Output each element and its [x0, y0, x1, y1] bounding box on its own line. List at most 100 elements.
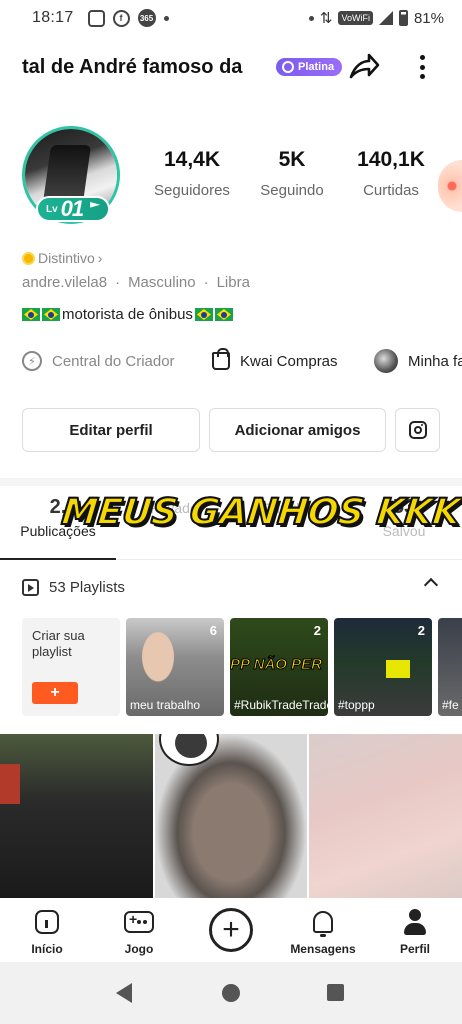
chevron-right-icon: › [97, 250, 103, 266]
zodiac-sign: Libra [216, 274, 250, 291]
gamepad-icon [124, 911, 154, 933]
level-prefix: Lv [46, 203, 58, 215]
playlist-card[interactable]: 2 #toppp [334, 618, 432, 716]
overlay-caption: MEUS GANHOS KKK [59, 491, 462, 534]
playlist-card[interactable]: #fe #n [438, 618, 462, 716]
more-dot [419, 74, 425, 79]
playlists-header[interactable]: 53 Playlists [22, 572, 442, 602]
playlist-card[interactable]: 6 meu trabalho [126, 618, 224, 716]
profile-meta: andre.vilela8 · Masculino · Libra [22, 274, 250, 291]
platina-badge[interactable]: Platina [276, 58, 343, 76]
lightning-icon: ⚡ [22, 351, 42, 371]
likes-count: 140,1K [357, 148, 425, 171]
notification-icons: f 365 [87, 9, 169, 27]
stat-followers[interactable]: 14,4K Seguidores [152, 148, 232, 199]
username: andre.vilela8 [22, 274, 108, 291]
data-arrows-icon: ⇅ [319, 10, 333, 27]
playlist-count: 2 [417, 623, 425, 638]
nav-profile[interactable]: Perfil [380, 908, 450, 956]
playlist-thumbnail [138, 626, 178, 682]
share-button[interactable] [347, 50, 381, 84]
stat-following[interactable]: 5K Seguindo [254, 148, 330, 199]
profile-title: tal de André famoso da [22, 55, 243, 78]
create-post-button[interactable]: + [209, 908, 253, 952]
side-floating-icon[interactable] [438, 160, 462, 212]
signal-icon [378, 11, 393, 25]
nav-messages[interactable]: Mensagens [288, 908, 358, 956]
video-grid [0, 734, 462, 898]
playlist-count: 2 [313, 623, 321, 638]
followers-count: 14,4K [163, 148, 221, 171]
nav-home-label: Início [31, 942, 63, 956]
back-icon[interactable] [116, 983, 132, 1003]
gender: Masculino [128, 274, 196, 291]
following-count: 5K [278, 148, 306, 171]
playlist-icon [22, 578, 39, 596]
playlist-caption: #fe #n [442, 698, 462, 712]
stat-likes[interactable]: 140,1K Curtidas [352, 148, 430, 199]
recent-apps-icon[interactable] [327, 984, 344, 1001]
create-playlist-label: Criar sua playlist [32, 628, 85, 659]
fan-avatar-icon [374, 349, 398, 373]
bio-text: motorista de ônibus [62, 306, 193, 323]
profile-bio: motorista de ônibus [22, 306, 233, 323]
nav-game[interactable]: Jogo [104, 908, 174, 956]
distintivo-link[interactable]: Distintivo › [22, 250, 102, 266]
person-icon [402, 909, 428, 935]
bottom-navigation: Início Jogo + Mensagens Perfil [0, 900, 462, 962]
playlists-count-label: 53 Playlists [49, 578, 125, 596]
brazil-flag-icon [214, 308, 233, 321]
followers-label: Seguidores [154, 182, 230, 199]
playlist-count: 6 [209, 623, 217, 638]
more-options-button[interactable] [410, 52, 434, 82]
creator-center-label: Central do Criador [52, 352, 175, 370]
meta-separator: · [115, 274, 121, 291]
more-dot [419, 64, 425, 70]
playlist-thumbnail [386, 660, 410, 678]
playlist-caption: meu trabalho [130, 698, 201, 712]
status-time: 18:17 [32, 9, 74, 26]
share-icon [349, 53, 380, 79]
profile-header: tal de André famoso da Platina [0, 44, 462, 90]
create-playlist-button[interactable]: + [32, 682, 78, 704]
365-app-icon: 365 [137, 9, 156, 27]
fan-group-link[interactable]: Minha fa [374, 349, 462, 373]
status-right: ⇅ VoWiFi 81% [308, 9, 444, 27]
platina-icon [282, 61, 294, 73]
level-badge[interactable]: Lv 01 [36, 196, 110, 222]
playlist-caption: #RubikTradeTradeforBeginn... [234, 698, 328, 712]
home-icon [35, 910, 59, 934]
battery-icon [398, 10, 408, 26]
more-notifications-dot [163, 15, 169, 21]
distintivo-coin-icon [22, 251, 35, 265]
battery-percent: 81% [413, 9, 444, 27]
video-thumbnail[interactable] [155, 734, 307, 898]
chevron-up-icon[interactable] [423, 577, 439, 593]
playlist-card[interactable]: PP NÃO PER 2 #RubikTradeTradeforBeginn..… [230, 618, 328, 716]
following-label: Seguindo [260, 182, 324, 199]
kwai-shop-label: Kwai Compras [240, 352, 338, 370]
kwai-shop-link[interactable]: Kwai Compras [212, 348, 338, 370]
add-friends-button[interactable]: Adicionar amigos [209, 408, 386, 452]
active-tab-indicator [0, 558, 116, 560]
likes-label: Curtidas [363, 182, 419, 199]
instagram-link-button[interactable] [395, 408, 440, 452]
playlist-banner-text: PP NÃO PER [230, 656, 322, 674]
instagram-icon [408, 421, 427, 439]
status-dot [308, 15, 314, 21]
create-playlist-card[interactable]: Criar sua playlist + [22, 618, 120, 716]
home-button-icon[interactable] [222, 984, 240, 1002]
more-dot [419, 55, 425, 60]
brazil-flag-icon [194, 308, 213, 321]
edit-profile-button[interactable]: Editar perfil [22, 408, 200, 452]
video-thumbnail[interactable] [309, 734, 462, 898]
video-thumbnail[interactable] [0, 734, 153, 898]
system-navigation-bar [0, 962, 462, 1024]
section-divider [0, 478, 462, 486]
nav-home[interactable]: Início [12, 908, 82, 956]
status-bar: 18:17 f 365 ⇅ VoWiFi 81% [0, 0, 462, 36]
thumbnail-detail [0, 764, 20, 804]
brazil-flag-icon [42, 308, 60, 321]
brazil-flag-icon [22, 308, 40, 321]
creator-center-link[interactable]: ⚡ Central do Criador [22, 351, 175, 371]
